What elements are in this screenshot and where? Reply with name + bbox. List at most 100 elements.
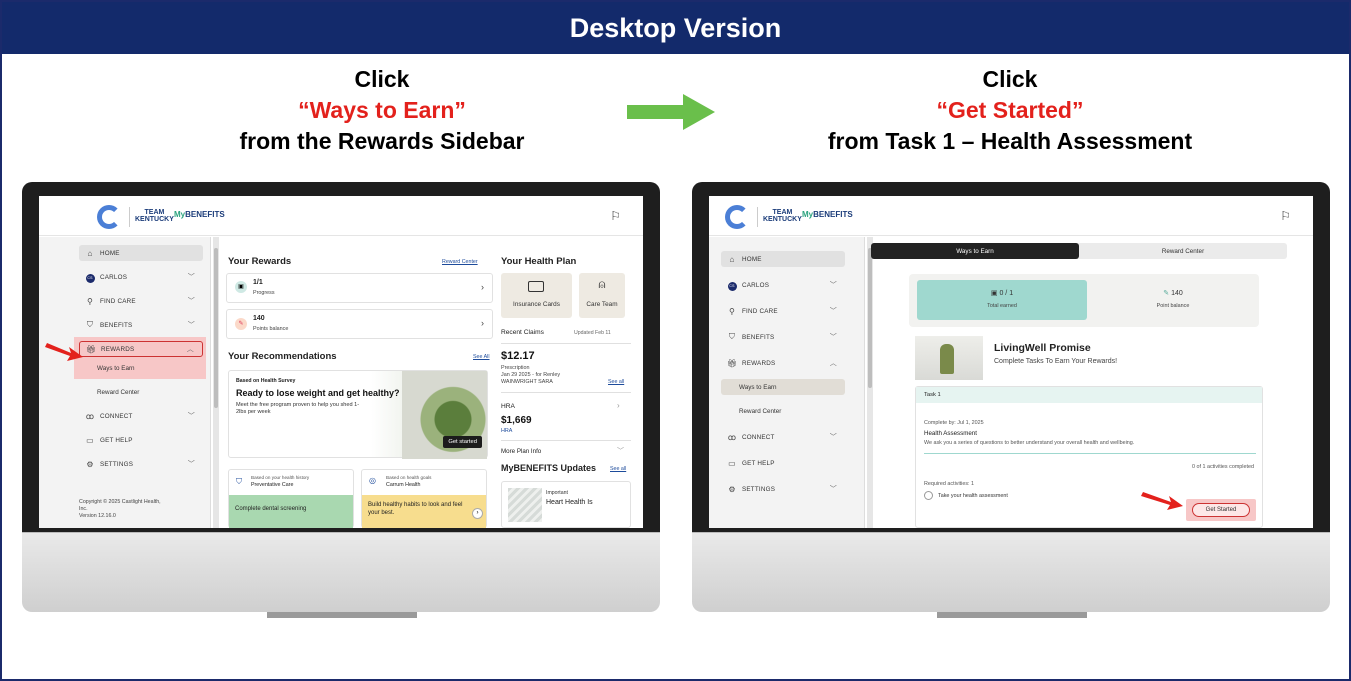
avatar-icon: CS xyxy=(727,280,737,291)
claim-type: Prescription xyxy=(501,365,530,371)
sidebar-item-get-help[interactable]: ▭ GET HELP xyxy=(721,455,845,471)
sidebar-scroll-thumb[interactable] xyxy=(214,248,218,408)
update-card[interactable]: Important Heart Health Is xyxy=(501,481,631,528)
sidebar-item-connect[interactable]: ꝏ CONNECT ﹀ xyxy=(79,408,203,424)
search-icon: ⚲ xyxy=(86,296,94,306)
point-balance-value: ✎ 140 xyxy=(1095,289,1251,297)
sidebar: ⌂ HOME CS CARLOS ﹀ ⚲ FIND CARE ﹀ ⛉ BENEFITS ﹀ 🎁… xyxy=(709,237,865,528)
divider xyxy=(501,440,631,441)
sidebar-item-connect[interactable]: ꝏ CONNECT ﹀ xyxy=(721,429,845,445)
tab-reward-center[interactable]: Reward Center xyxy=(1079,243,1287,259)
sidebar-item-home[interactable]: ⌂ HOME xyxy=(721,251,845,267)
sidebar: ⌂ HOME CS CARLOS ﹀ ⚲ FIND CARE ﹀ ⛉ BENEFITS ﹀ 🎁… xyxy=(39,237,211,528)
sidebar-item-settings[interactable]: ⚙ SETTINGS ﹀ xyxy=(79,456,203,472)
carrum-health-tile[interactable]: ◎ Based on health goals Carrum Health Bu… xyxy=(361,469,487,528)
chevron-down-icon: ﹀ xyxy=(829,486,837,493)
get-started-button[interactable]: Get Started xyxy=(1192,503,1250,517)
sidebar-label: CONNECT xyxy=(100,412,133,420)
reward-center-link[interactable]: Reward Center xyxy=(442,259,478,265)
copyright-line: Inc. xyxy=(79,506,88,512)
sidebar-subitem-ways-to-earn[interactable]: Ways to Earn xyxy=(721,379,845,395)
required-activities: Required activities: 1 xyxy=(924,481,975,487)
task-progress-track xyxy=(924,453,1256,454)
tile1-title: Preventative Care xyxy=(251,482,294,488)
sidebar-subitem-reward-center[interactable]: Reward Center xyxy=(79,384,203,400)
instruction-right-highlight: “Get Started” xyxy=(936,97,1084,123)
team-kentucky-logo: TEAM KENTUCKY xyxy=(763,209,802,223)
instruction-slide: Desktop Version Click “Ways to Earn” fro… xyxy=(0,0,1351,681)
sidebar-item-settings[interactable]: ⚙ SETTINGS ﹀ xyxy=(721,481,845,497)
sidebar-item-benefits[interactable]: ⛉ BENEFITS ﹀ xyxy=(79,317,203,333)
sidebar-item-find-care[interactable]: ⚲ FIND CARE ﹀ xyxy=(721,303,845,319)
claim-amount: $12.17 xyxy=(501,350,535,362)
tile2-title: Carrum Health xyxy=(386,482,421,488)
instruction-right-line3: from Task 1 – Health Assessment xyxy=(827,128,1193,154)
target-icon: ◎ xyxy=(369,476,376,485)
monitor-stand xyxy=(937,612,1087,618)
app-header: TEAM KENTUCKY MyBENEFITS ⚐ xyxy=(39,196,643,236)
insurance-cards-button[interactable]: Insurance Cards xyxy=(501,273,572,318)
screen-ways-to-earn: TEAM KENTUCKY MyBENEFITS ⚐ ⌂ HOME CS CARLOS… xyxy=(709,196,1313,528)
more-plan-info[interactable]: More Plan Info xyxy=(501,448,541,455)
sidebar-label: HOME xyxy=(742,255,762,263)
updates-see-all-link[interactable]: See all xyxy=(610,466,626,472)
your-rewards-title: Your Rewards xyxy=(228,256,292,267)
tab-ways-to-earn[interactable]: Ways to Earn xyxy=(871,243,1079,259)
point-balance-label: Point balance xyxy=(1156,303,1190,309)
shield-icon: ⛉ xyxy=(728,332,736,341)
sidebar-item-home[interactable]: ⌂ HOME xyxy=(79,245,203,261)
sidebar-item-get-help[interactable]: ▭ GET HELP xyxy=(79,432,203,448)
activity-radio[interactable] xyxy=(924,491,933,500)
points-label: Points balance xyxy=(253,326,289,332)
people-icon: ꝏ xyxy=(727,432,737,442)
sidebar-label: FIND CARE xyxy=(742,307,778,315)
sidebar-item-carlos[interactable]: CS CARLOS ﹀ xyxy=(79,269,203,285)
castlight-logo-icon xyxy=(97,205,121,229)
recommendation-card[interactable]: Based on Health Survey Ready to lose wei… xyxy=(228,370,488,459)
sidebar-item-rewards[interactable]: 🎁︎ REWARDS ︿ xyxy=(721,355,845,371)
search-icon: ⚲ xyxy=(728,306,736,316)
sidebar-label: HOME xyxy=(100,249,120,257)
instruction-right: Click “Get Started” from Task 1 – Health… xyxy=(730,64,1290,157)
total-earned-label: Total earned xyxy=(987,303,1017,309)
chevron-down-icon: ﹀ xyxy=(617,448,624,455)
flag-icon[interactable]: ⚐ xyxy=(1280,209,1291,223)
sidebar-item-carlos[interactable]: CS CARLOS ﹀ xyxy=(721,277,845,293)
divider xyxy=(501,343,631,344)
chevron-down-icon: ﹀ xyxy=(829,334,837,341)
gift-icon: 🎁︎ xyxy=(727,358,738,368)
sidebar-item-find-care[interactable]: ⚲ FIND CARE ﹀ xyxy=(79,293,203,309)
points-card[interactable]: ✎ 140 Points balance › xyxy=(226,309,493,339)
care-team-button[interactable]: ⍝ Care Team xyxy=(579,273,625,318)
chevron-down-icon: ﹀ xyxy=(829,282,837,289)
chevron-right-icon: › xyxy=(617,401,620,410)
activities-completed: 0 of 1 activities completed xyxy=(1191,464,1254,470)
red-pointer-arrow-icon xyxy=(1141,492,1183,510)
sidebar-subitem-ways-to-earn[interactable]: Ways to Earn xyxy=(79,360,203,376)
copyright-text: Copyright © 2025 Castlight Health, Inc. Ve… xyxy=(79,499,189,520)
sidebar-item-benefits[interactable]: ⛉ BENEFITS ﹀ xyxy=(721,329,845,345)
chevron-up-icon: ︿ xyxy=(829,360,837,367)
sidebar-scroll-thumb[interactable] xyxy=(868,248,872,388)
preventative-care-tile[interactable]: ⛉ Based on your health history Preventat… xyxy=(228,469,354,528)
get-started-rec-button[interactable]: Get started xyxy=(443,436,482,448)
logo-divider xyxy=(129,207,130,227)
avatar-initials: CS xyxy=(727,281,737,291)
claims-see-all-link[interactable]: See all xyxy=(608,379,624,385)
flag-icon[interactable]: ⚐ xyxy=(610,209,621,223)
sidebar-label: GET HELP xyxy=(742,459,775,467)
team-kentucky-logo: TEAM KENTUCKY xyxy=(135,209,174,223)
chat-icon: ▭ xyxy=(728,458,736,468)
sidebar-label: GET HELP xyxy=(100,436,133,444)
sidebar-item-rewards[interactable]: 🎁︎ REWARDS ︿ xyxy=(79,341,203,357)
rec-description: Meet the free program proven to help you… xyxy=(236,402,360,415)
chevron-right-icon: › xyxy=(481,282,484,292)
logo-my-text: My xyxy=(802,210,814,219)
insurance-cards-label: Insurance Cards xyxy=(513,301,560,308)
instruction-left-highlight: “Ways to Earn” xyxy=(298,97,466,123)
see-all-link[interactable]: See All xyxy=(473,354,490,360)
sidebar-label: CARLOS xyxy=(742,281,770,289)
carousel-next-icon[interactable]: › xyxy=(472,508,483,519)
sidebar-subitem-reward-center[interactable]: Reward Center xyxy=(721,403,845,419)
progress-card[interactable]: ▣ 1/1 Progress › xyxy=(226,273,493,303)
